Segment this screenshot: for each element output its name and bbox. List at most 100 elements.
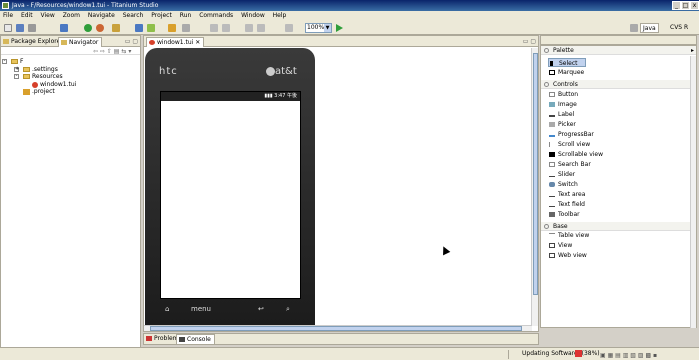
tree-item-window1-tui[interactable]: window1.tui bbox=[32, 81, 76, 88]
menu-file[interactable]: File bbox=[0, 11, 16, 21]
new-icon[interactable] bbox=[4, 24, 12, 32]
folder-icon bbox=[11, 59, 18, 64]
device-screen[interactable]: ▮▮▮ 3:47 午後 bbox=[160, 91, 301, 299]
open-perspective-icon[interactable] bbox=[630, 24, 638, 32]
editor-minimize-maximize-icons[interactable]: ▭ ▢ bbox=[523, 38, 536, 45]
external-tools-icon[interactable] bbox=[96, 24, 104, 32]
palette-item-select[interactable]: Select bbox=[548, 58, 586, 67]
table-view-icon bbox=[549, 233, 555, 238]
undo-icon[interactable] bbox=[245, 24, 253, 32]
palette-item-slider[interactable]: Slider bbox=[548, 170, 575, 179]
palette-collapse-icon[interactable]: ▸ bbox=[691, 46, 694, 55]
menu-commands[interactable]: Commands bbox=[196, 11, 236, 21]
scrollbar-thumb[interactable] bbox=[533, 53, 538, 295]
zoom-select[interactable]: 100% ▼ bbox=[305, 23, 332, 33]
collapse-icon[interactable]: - bbox=[14, 74, 19, 79]
close-button[interactable]: x bbox=[690, 1, 699, 10]
tree-item-settings[interactable]: + .settings bbox=[14, 66, 58, 73]
search-icon[interactable] bbox=[168, 24, 176, 32]
palette-header[interactable]: Palette ▸ bbox=[541, 46, 696, 55]
chevron-down-icon[interactable]: ▼ bbox=[324, 24, 331, 32]
palette-item-switch[interactable]: Switch bbox=[548, 180, 578, 189]
palette-item-table-view[interactable]: Table view bbox=[548, 231, 589, 240]
palette-item-marquee[interactable]: Marquee bbox=[548, 68, 584, 77]
navigator-tool-icons[interactable]: ⇦ ⇨ ⇧ ▤ ⇆ ▾ bbox=[93, 48, 131, 55]
palette-item-search-bar[interactable]: Search Bar bbox=[548, 160, 591, 169]
bottom-panel: Problems Console bbox=[143, 333, 539, 345]
marquee-icon bbox=[549, 70, 555, 75]
progressbar-icon bbox=[549, 132, 555, 137]
menu-view[interactable]: View bbox=[38, 11, 58, 21]
device-menu-button: menu bbox=[191, 305, 211, 313]
editor-horizontal-scrollbar[interactable] bbox=[144, 325, 532, 331]
expand-icon[interactable]: + bbox=[14, 67, 19, 72]
device-search-icon: ⌕ bbox=[286, 305, 290, 313]
editor-vertical-scrollbar[interactable] bbox=[531, 48, 538, 326]
menu-zoom[interactable]: Zoom bbox=[60, 11, 83, 21]
scroll-view-icon bbox=[549, 142, 555, 147]
print-icon[interactable] bbox=[28, 24, 36, 32]
palette-item-label[interactable]: Label bbox=[548, 110, 574, 119]
minimize-button[interactable]: _ bbox=[672, 1, 681, 10]
panel-minimize-maximize-icons[interactable]: ▭ ▢ bbox=[125, 38, 138, 45]
palette-item-scroll-view[interactable]: Scroll view bbox=[548, 140, 590, 149]
menu-navigate[interactable]: Navigate bbox=[85, 11, 118, 21]
search-bar-icon bbox=[549, 162, 555, 167]
run-icon[interactable] bbox=[84, 24, 92, 32]
close-tab-icon[interactable]: ✕ bbox=[195, 39, 200, 46]
palette-item-text-field[interactable]: Text field bbox=[548, 200, 585, 209]
design-canvas[interactable]: htc at&t ▮▮▮ 3:47 午後 ⌂ menu ↩ ⌕ bbox=[144, 48, 532, 326]
perspective-cvs[interactable]: CVS R bbox=[668, 23, 690, 33]
back-arrow-icon[interactable] bbox=[210, 24, 218, 32]
palette-item-web-view[interactable]: Web view bbox=[548, 251, 587, 260]
tab-package-explorer[interactable]: Package Explorer bbox=[1, 37, 66, 47]
palette-item-toolbar[interactable]: Toolbar bbox=[548, 210, 580, 219]
text-field-icon bbox=[549, 202, 555, 207]
palette-scrollbar[interactable] bbox=[690, 56, 696, 328]
menu-run[interactable]: Run bbox=[177, 11, 195, 21]
deploy-icon[interactable] bbox=[147, 24, 155, 32]
annotation-icon[interactable] bbox=[182, 24, 190, 32]
menu-help[interactable]: Help bbox=[270, 11, 290, 21]
tree-item-resources[interactable]: - Resources bbox=[14, 73, 63, 80]
refresh-icon[interactable] bbox=[285, 24, 293, 32]
open-type-icon[interactable] bbox=[135, 24, 143, 32]
palette-item-image[interactable]: Image bbox=[548, 100, 577, 109]
palette-item-button[interactable]: Button bbox=[548, 90, 578, 99]
palette-item-progressbar[interactable]: ProgressBar bbox=[548, 130, 594, 139]
tab-console[interactable]: Console bbox=[176, 334, 215, 344]
device-brand: htc bbox=[159, 66, 178, 77]
folder-icon bbox=[23, 74, 30, 79]
palette-item-view[interactable]: View bbox=[548, 241, 572, 250]
tab-window1-tui[interactable]: window1.tui ✕ bbox=[146, 37, 205, 47]
redo-icon[interactable] bbox=[257, 24, 265, 32]
tui-file-icon bbox=[32, 81, 38, 88]
palette-item-picker[interactable]: Picker bbox=[548, 120, 576, 129]
palette-item-scrollable-view[interactable]: Scrollable view bbox=[548, 150, 603, 159]
collapse-icon[interactable]: - bbox=[2, 59, 7, 64]
tree-item-f[interactable]: - F bbox=[2, 58, 23, 65]
tui-file-icon bbox=[149, 40, 155, 45]
menu-search[interactable]: Search bbox=[120, 11, 147, 21]
menu-window[interactable]: Window bbox=[238, 11, 268, 21]
forward-arrow-icon[interactable] bbox=[222, 24, 230, 32]
button-icon bbox=[549, 92, 555, 97]
tree-item-project[interactable]: .project bbox=[23, 88, 55, 95]
tab-navigator[interactable]: Navigator bbox=[58, 37, 103, 47]
maximize-button[interactable]: □ bbox=[681, 1, 690, 10]
toolbar-icon bbox=[549, 212, 555, 217]
status-tool-icons[interactable]: ▣ ▦ ▤ ▥ ▧ ▨ ▩ ▪ bbox=[600, 350, 657, 360]
perspective-java[interactable]: Java bbox=[640, 23, 659, 33]
navigator-toolbar: ⇦ ⇨ ⇧ ▤ ⇆ ▾ bbox=[1, 47, 140, 55]
debug-icon[interactable] bbox=[60, 24, 68, 32]
menu-edit[interactable]: Edit bbox=[18, 11, 36, 21]
stop-progress-icon[interactable] bbox=[575, 350, 582, 357]
scrollbar-thumb[interactable] bbox=[150, 326, 522, 331]
save-icon[interactable] bbox=[16, 24, 24, 32]
menu-project[interactable]: Project bbox=[148, 11, 175, 21]
base-drawer-header[interactable]: Base bbox=[541, 222, 696, 231]
palette-item-text-area[interactable]: Text area bbox=[548, 190, 585, 199]
controls-drawer-header[interactable]: Controls bbox=[541, 80, 696, 89]
new-class-icon[interactable] bbox=[112, 24, 120, 32]
play-icon[interactable] bbox=[336, 24, 343, 32]
